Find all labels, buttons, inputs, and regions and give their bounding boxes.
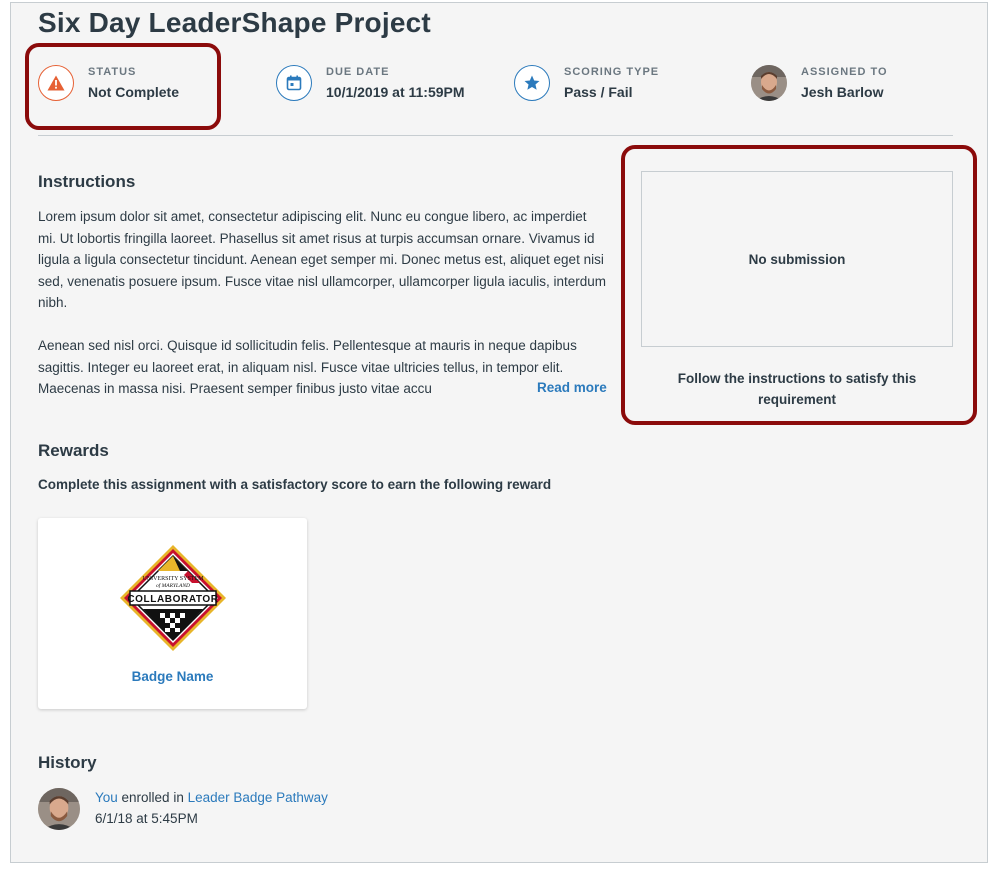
badge-name-link[interactable]: Badge Name [38, 669, 307, 684]
read-more-link[interactable]: Read more [509, 377, 607, 399]
history-verb: enrolled in [117, 790, 188, 805]
submission-highlight [621, 145, 977, 425]
star-icon [514, 65, 550, 101]
rewards-subtitle: Complete this assignment with a satisfac… [38, 477, 552, 492]
divider [38, 135, 953, 136]
badge-art-top: UNIVERSITY SYSTEM [143, 576, 205, 582]
badge-art-banner: COLLABORATOR [127, 594, 218, 605]
badge-image: UNIVERSITY SYSTEM of MARYLAND COLLABORAT… [120, 545, 226, 651]
assignment-page: Six Day LeaderShape Project STATUS Not C… [10, 2, 988, 863]
instructions-body: Lorem ipsum dolor sit amet, consectetur … [38, 206, 608, 399]
history-entry: You enrolled in Leader Badge Pathway [95, 790, 328, 805]
status-highlight [25, 43, 221, 130]
history-actor-link[interactable]: You [95, 790, 118, 805]
avatar[interactable] [38, 788, 80, 830]
history-target-link[interactable]: Leader Badge Pathway [188, 790, 328, 805]
history-timestamp: 6/1/18 at 5:45PM [95, 811, 198, 826]
badge-art-mid: of MARYLAND [156, 582, 190, 589]
assigned-to-label: ASSIGNED TO [801, 66, 888, 78]
due-date-value: 10/1/2019 at 11:59PM [326, 84, 465, 100]
due-date-label: DUE DATE [326, 66, 390, 78]
calendar-icon [276, 65, 312, 101]
scoring-type-label: SCORING TYPE [564, 66, 660, 78]
rewards-heading: Rewards [38, 441, 109, 460]
scoring-type-value: Pass / Fail [564, 84, 633, 100]
history-heading: History [38, 753, 97, 772]
badge-card[interactable]: UNIVERSITY SYSTEM of MARYLAND COLLABORAT… [38, 518, 307, 709]
page-title: Six Day LeaderShape Project [38, 7, 431, 38]
assigned-to-value[interactable]: Jesh Barlow [801, 84, 883, 100]
instructions-paragraph: Lorem ipsum dolor sit amet, consectetur … [38, 209, 607, 310]
avatar[interactable] [751, 65, 787, 101]
instructions-heading: Instructions [38, 172, 136, 191]
